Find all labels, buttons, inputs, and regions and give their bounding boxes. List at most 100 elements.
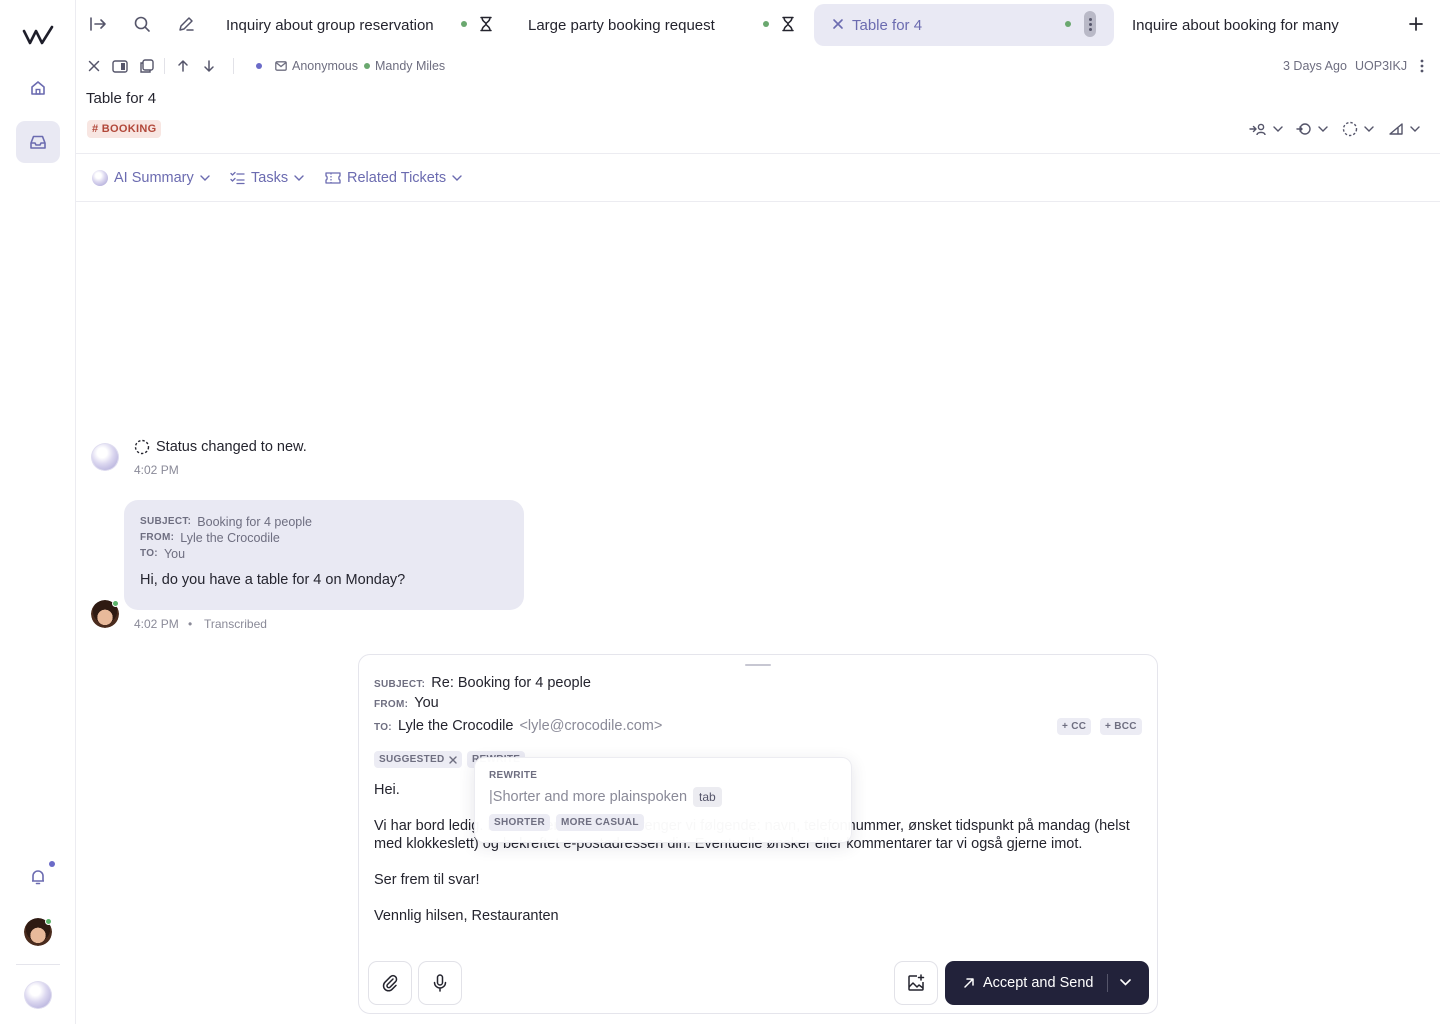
toolbar-separator	[164, 58, 165, 74]
tab-related-tickets[interactable]: Related Tickets	[325, 168, 462, 188]
priority-dropdown[interactable]	[1388, 119, 1420, 139]
snooze-hourglass-icon[interactable]	[778, 14, 798, 34]
event-text: Status changed to new.	[156, 439, 307, 455]
tab-label: Inquiry about group reservation	[226, 16, 434, 34]
copy-icon[interactable]	[136, 56, 156, 76]
chevron-down-icon	[1318, 126, 1328, 132]
arrow-up-right-icon	[964, 978, 974, 988]
inbox-icon[interactable]	[16, 121, 60, 163]
message-body: Hi, do you have a table for 4 on Monday?	[140, 572, 406, 588]
chevron-down-icon	[200, 175, 210, 181]
tab-inquire-booking[interactable]: Inquire about booking for many	[1120, 4, 1380, 46]
status-dot	[256, 63, 262, 69]
checklist-icon	[230, 171, 245, 185]
reply-from[interactable]: You	[414, 695, 438, 711]
message-to: You	[163, 547, 186, 561]
reply-subject[interactable]: Re: Booking for 4 people	[431, 675, 591, 691]
home-icon[interactable]	[16, 67, 60, 109]
to-label: TO:	[140, 548, 158, 559]
requester-name[interactable]: Anonymous	[292, 59, 358, 73]
message-from: Lyle the Crocodile	[180, 531, 280, 545]
ticket-title[interactable]: Table for 4	[86, 90, 156, 107]
search-icon[interactable]	[132, 14, 152, 34]
transcribed-label: Transcribed	[204, 617, 267, 631]
tasks-label: Tasks	[251, 170, 289, 186]
related-tickets-label: Related Tickets	[347, 170, 447, 186]
tab-label: Large party booking request	[528, 16, 715, 34]
chevron-down-icon	[452, 175, 462, 181]
chevron-down-icon	[1273, 126, 1283, 132]
chevron-down-icon[interactable]	[1120, 979, 1131, 986]
message-time: 4:02 PM	[134, 617, 179, 631]
sidebar	[0, 0, 76, 1024]
add-cc-button[interactable]: + CC	[1057, 718, 1092, 735]
voice-button[interactable]	[418, 961, 462, 1005]
rewrite-popup-label: REWRITE	[489, 770, 538, 781]
ticket-icon	[325, 172, 341, 184]
arrow-down-icon[interactable]	[199, 56, 219, 76]
send-label: Accept and Send	[983, 975, 1094, 991]
compose-icon[interactable]	[176, 14, 196, 34]
subject-label: SUBJECT:	[140, 516, 192, 527]
online-status-dot	[112, 600, 119, 607]
tab-status-dot	[763, 21, 769, 27]
workspace-avatar[interactable]	[24, 981, 52, 1009]
insert-template-button[interactable]	[894, 961, 938, 1005]
rewrite-option-more-casual[interactable]: MORE CASUAL	[556, 814, 644, 831]
send-button-separator	[1107, 974, 1108, 992]
status-new-icon	[1342, 121, 1358, 137]
status-dropdown[interactable]	[1342, 119, 1374, 139]
ticket-id[interactable]: UOP3IKJ	[1355, 59, 1407, 73]
collapse-sidebar-icon[interactable]	[88, 14, 108, 34]
mail-icon	[271, 56, 291, 76]
message-subject: Booking for 4 people	[197, 515, 312, 529]
online-status-dot	[45, 918, 52, 925]
booking-tag[interactable]: # BOOKING	[87, 120, 162, 138]
tab-tasks[interactable]: Tasks	[230, 168, 304, 188]
rewrite-popup: REWRITE |Shorter and more plainspoken ta…	[474, 757, 852, 843]
snooze-hourglass-icon[interactable]	[476, 14, 496, 34]
ai-summary-label: AI Summary	[114, 170, 194, 186]
header-divider	[76, 153, 1440, 154]
suggested-chip[interactable]: SUGGESTED	[374, 751, 462, 768]
event-time: 4:02 PM	[134, 463, 179, 477]
to-label: TO:	[374, 722, 392, 733]
close-icon[interactable]	[448, 755, 457, 764]
rewrite-input[interactable]: |Shorter and more plainspoken	[489, 789, 687, 805]
tab-inquiry-group[interactable]: Inquiry about group reservation	[214, 4, 494, 46]
resize-handle[interactable]	[745, 664, 771, 666]
recipient-name[interactable]: Lyle the Crocodile	[398, 718, 514, 734]
incoming-message[interactable]: SUBJECT: Booking for 4 people FROM: Lyle…	[124, 500, 524, 610]
subtab-divider	[76, 201, 1440, 202]
sla-dropdown[interactable]	[1296, 119, 1328, 139]
ticket-tab-bar: Inquiry about group reservation Large pa…	[76, 0, 1440, 48]
accept-and-send-button[interactable]: Accept and Send	[945, 961, 1149, 1005]
tab-large-party[interactable]: Large party booking request	[516, 4, 796, 46]
ai-orb-icon	[92, 170, 108, 186]
chevron-down-icon	[1364, 126, 1374, 132]
close-ticket-icon[interactable]	[84, 56, 104, 76]
suggested-label: SUGGESTED	[379, 754, 445, 765]
assignee-status-dot	[364, 63, 370, 69]
new-tab-icon[interactable]	[1406, 14, 1426, 34]
tab-label: Inquire about booking for many	[1132, 16, 1339, 34]
assign-dropdown[interactable]	[1249, 119, 1283, 139]
tab-more-icon[interactable]	[1084, 11, 1096, 37]
reply-paragraph: Ser frem til svar!	[374, 872, 480, 888]
attach-button[interactable]	[368, 961, 412, 1005]
assignee-name[interactable]: Mandy Miles	[375, 59, 445, 73]
rewrite-option-shorter[interactable]: SHORTER	[489, 814, 550, 831]
side-panel-icon[interactable]	[110, 56, 130, 76]
recipient-email: <lyle@crocodile.com>	[519, 718, 663, 734]
meta-separator: •	[188, 617, 193, 631]
logo-icon[interactable]	[16, 14, 60, 56]
history-icon	[1296, 123, 1311, 135]
notification-dot	[49, 861, 55, 867]
toolbar-separator	[233, 58, 234, 74]
more-options-icon[interactable]	[1412, 56, 1432, 76]
close-tab-icon[interactable]	[828, 14, 848, 34]
tab-ai-summary[interactable]: AI Summary	[92, 168, 210, 188]
add-bcc-button[interactable]: + BCC	[1100, 718, 1142, 735]
assign-user-icon	[1249, 123, 1266, 136]
arrow-up-icon[interactable]	[173, 56, 193, 76]
